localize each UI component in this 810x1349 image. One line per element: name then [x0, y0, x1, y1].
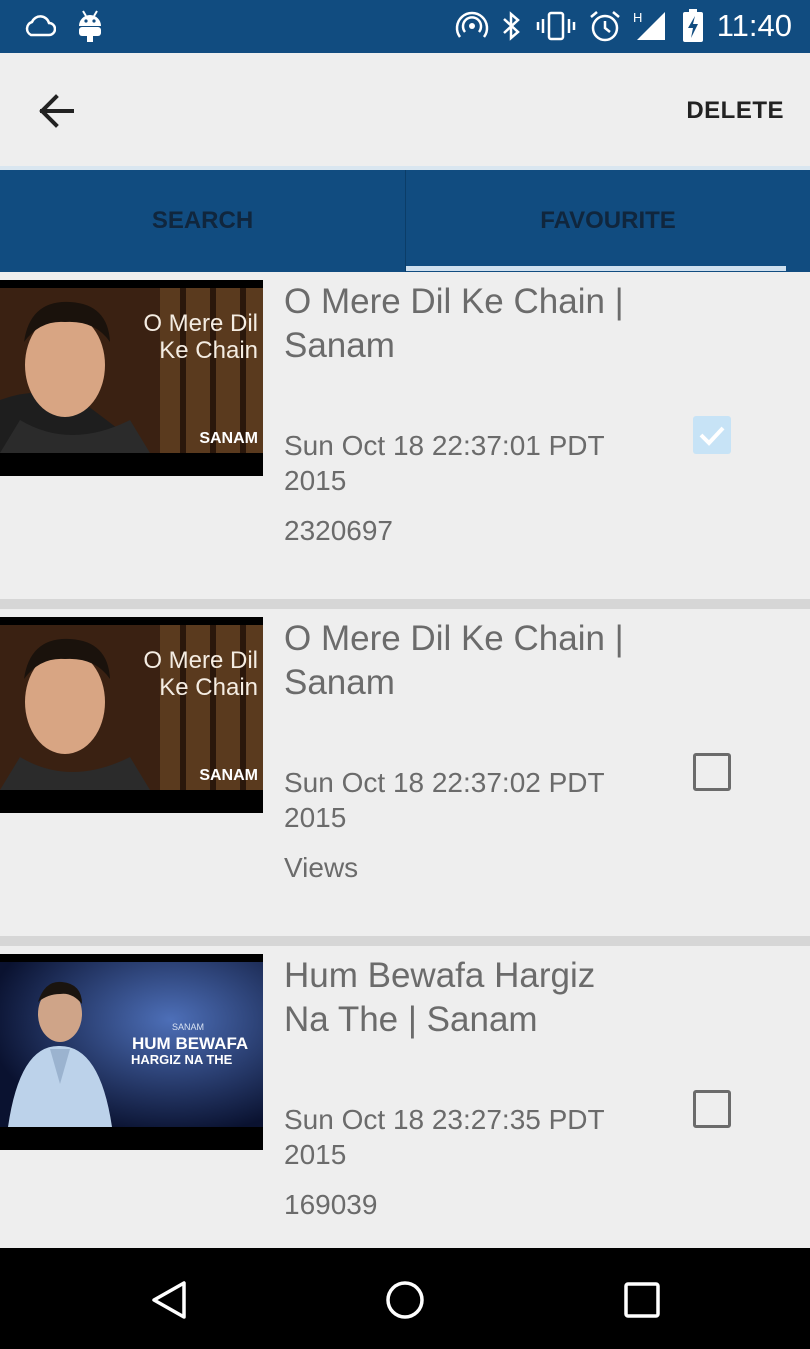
home-circle-icon[interactable] [383, 1278, 427, 1322]
video-views: 2320697 [284, 515, 394, 546]
video-date: Sun Oct 18 22:37:02 PDT 2015 [284, 765, 644, 835]
tab-bar: SEARCH FAVOURITE [0, 170, 810, 272]
thumb-caption: HARGIZ NA THE [131, 1052, 233, 1067]
system-nav-bar [0, 1248, 810, 1349]
alarm-icon [588, 10, 622, 42]
battery-icon [682, 9, 704, 42]
video-date: Sun Oct 18 22:37:01 PDT 2015 [284, 428, 644, 498]
signal-icon: H [633, 10, 667, 42]
delete-button[interactable]: DELETE [686, 97, 784, 125]
video-date-line: 2015 [284, 1139, 347, 1170]
video-date-line: Sun Oct 18 22:37:02 PDT [284, 767, 605, 798]
video-thumbnail[interactable]: SANAM HUM BEWAFA HARGIZ NA THE [0, 954, 263, 1150]
select-checkbox[interactable] [693, 753, 731, 791]
back-arrow-icon[interactable] [34, 89, 84, 133]
thumb-caption: Ke Chain [159, 674, 258, 701]
list-separator [0, 599, 810, 609]
status-bar: H 11:40 [0, 0, 810, 53]
list-item[interactable]: O Mere Dil Ke Chain SANAM O Mere Dil Ke … [0, 609, 810, 936]
video-title-line: Sanam [284, 663, 395, 702]
video-title[interactable]: Hum Bewafa Hargiz Na The | Sanam [284, 954, 664, 1042]
select-checkbox[interactable] [693, 416, 731, 454]
list-separator [0, 936, 810, 946]
video-thumbnail[interactable]: O Mere Dil Ke Chain SANAM [0, 617, 263, 813]
back-triangle-icon[interactable] [148, 1278, 192, 1322]
select-checkbox[interactable] [693, 1090, 731, 1128]
video-thumbnail[interactable]: O Mere Dil Ke Chain SANAM [0, 280, 263, 476]
video-views: 169039 [284, 1189, 378, 1220]
video-date: Sun Oct 18 23:27:35 PDT 2015 [284, 1102, 644, 1172]
thumb-brand: SANAM [199, 430, 258, 447]
tab-indicator [406, 266, 786, 271]
video-title-line: Sanam [284, 326, 395, 365]
video-views: Views [284, 852, 359, 883]
video-title[interactable]: O Mere Dil Ke Chain | Sanam [284, 280, 664, 368]
android-icon [77, 10, 103, 42]
thumb-brand: SANAM [199, 767, 258, 784]
vibrate-icon [536, 10, 576, 42]
video-date-line: Sun Oct 18 22:37:01 PDT [284, 430, 605, 461]
svg-text:H: H [633, 10, 642, 25]
thumb-caption: Ke Chain [159, 337, 258, 364]
video-title[interactable]: O Mere Dil Ke Chain | Sanam [284, 617, 664, 705]
bluetooth-icon [500, 10, 524, 42]
cloud-icon [22, 10, 56, 42]
thumb-brand: SANAM [172, 1022, 205, 1032]
tab-search[interactable]: SEARCH [0, 170, 405, 272]
list-item[interactable]: SANAM HUM BEWAFA HARGIZ NA THE Hum Bewaf… [0, 946, 810, 1248]
thumb-caption: O Mere Dil [143, 310, 258, 337]
video-title-line: Na The | Sanam [284, 1000, 538, 1039]
list-item[interactable]: O Mere Dil Ke Chain SANAM O Mere Dil Ke … [0, 272, 810, 599]
video-title-line: O Mere Dil Ke Chain | [284, 619, 624, 658]
status-time: 11:40 [716, 8, 792, 43]
video-date-line: Sun Oct 18 23:27:35 PDT [284, 1104, 605, 1135]
tab-favourite[interactable]: FAVOURITE [406, 170, 810, 272]
video-title-line: O Mere Dil Ke Chain | [284, 282, 624, 321]
video-date-line: 2015 [284, 802, 347, 833]
hotspot-icon [455, 10, 489, 42]
video-date-line: 2015 [284, 465, 347, 496]
app-toolbar: DELETE [0, 53, 810, 166]
thumb-caption: HUM BEWAFA [132, 1034, 249, 1053]
video-title-line: Hum Bewafa Hargiz [284, 956, 596, 995]
thumb-caption: O Mere Dil [143, 647, 258, 674]
recents-square-icon[interactable] [620, 1278, 664, 1322]
